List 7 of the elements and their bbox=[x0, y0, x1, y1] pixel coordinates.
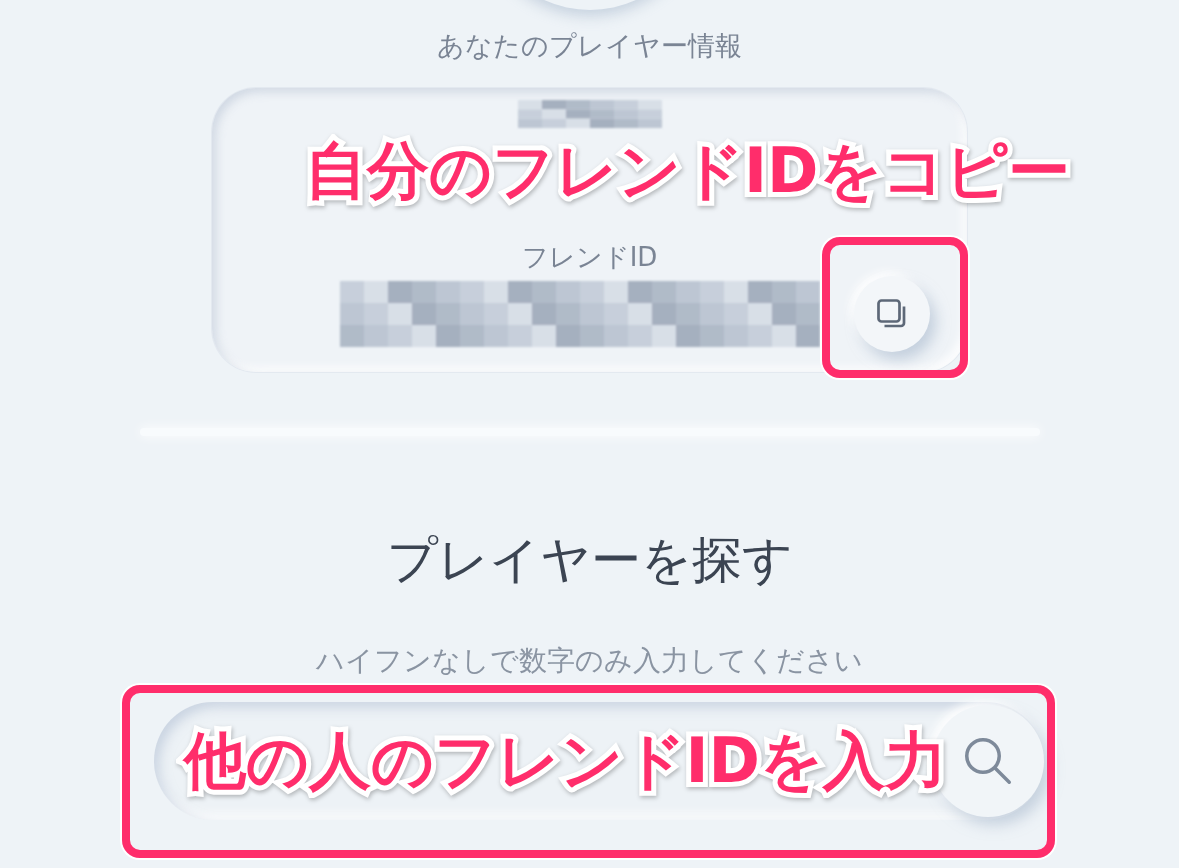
friend-id-label: フレンドID bbox=[521, 241, 658, 274]
annotation-label: 自分のフレンドIDをコピー bbox=[305, 133, 1070, 209]
search-title: プレイヤーを探す bbox=[386, 530, 793, 591]
section-title: あなたのプレイヤー情報 bbox=[437, 29, 742, 63]
friend-id-input-field[interactable]: 他の人のフレンドIDを入力 bbox=[153, 702, 1044, 820]
search-hint: ハイフンなしで数字のみ入力してください bbox=[316, 643, 863, 679]
annotation-label: 他の人のフレンドIDを入力 bbox=[183, 723, 948, 799]
